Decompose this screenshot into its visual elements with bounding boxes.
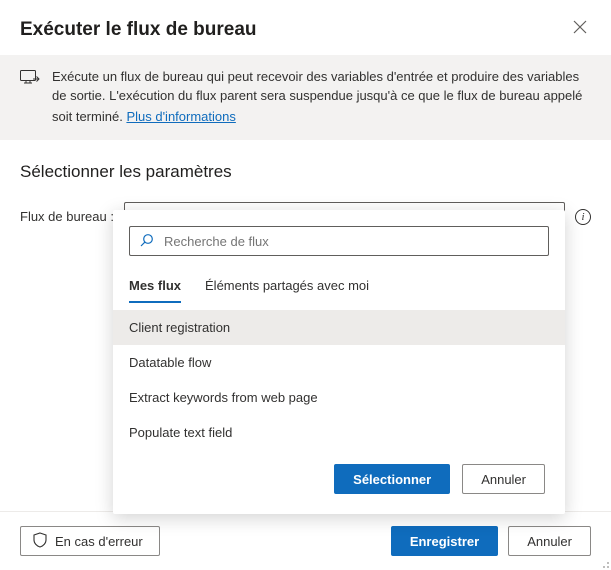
search-icon <box>140 233 154 250</box>
info-icon[interactable]: i <box>575 209 591 225</box>
on-error-button[interactable]: En cas d'erreur <box>20 526 160 556</box>
search-input[interactable] <box>164 234 538 249</box>
list-item[interactable]: Client registration <box>113 310 565 345</box>
save-button[interactable]: Enregistrer <box>391 526 498 556</box>
tab-my-flows[interactable]: Mes flux <box>129 272 181 303</box>
more-info-link[interactable]: Plus d'informations <box>126 108 235 127</box>
flow-list: Client registration Datatable flow Extra… <box>113 304 565 450</box>
flow-dropdown-panel: Mes flux Éléments partagés avec moi Clie… <box>113 210 565 514</box>
search-box[interactable] <box>129 226 549 256</box>
list-item[interactable]: Populate text field <box>113 415 565 450</box>
info-banner: Exécute un flux de bureau qui peut recev… <box>0 55 611 140</box>
tab-shared-with-me[interactable]: Éléments partagés avec moi <box>205 272 369 303</box>
list-item[interactable]: Datatable flow <box>113 345 565 380</box>
shield-icon <box>33 532 47 551</box>
cancel-button[interactable]: Annuler <box>508 526 591 556</box>
resize-grip-icon[interactable] <box>597 556 609 568</box>
section-title: Sélectionner les paramètres <box>20 162 591 182</box>
flow-field-label: Flux de bureau : <box>20 209 114 224</box>
on-error-label: En cas d'erreur <box>55 534 143 549</box>
list-item[interactable]: Extract keywords from web page <box>113 380 565 415</box>
dialog-title: Exécuter le flux de bureau <box>20 19 257 41</box>
close-icon[interactable] <box>569 18 591 41</box>
select-button[interactable]: Sélectionner <box>334 464 450 494</box>
desktop-flow-icon <box>20 70 40 91</box>
dropdown-cancel-button[interactable]: Annuler <box>462 464 545 494</box>
